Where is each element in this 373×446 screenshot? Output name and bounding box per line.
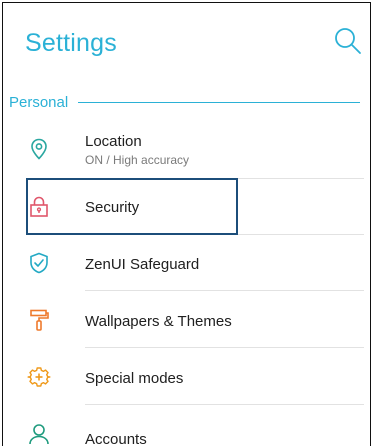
settings-item-zenui-safeguard[interactable]: ZenUI Safeguard bbox=[3, 235, 370, 291]
gear-plus-icon bbox=[27, 365, 51, 389]
search-button[interactable] bbox=[332, 25, 364, 57]
paint-roller-icon bbox=[27, 308, 51, 332]
item-label: Accounts bbox=[85, 431, 147, 446]
item-label: Location bbox=[85, 133, 142, 150]
settings-item-accounts[interactable]: Accounts bbox=[3, 406, 370, 446]
section-header-personal: Personal bbox=[9, 91, 360, 113]
item-label: Special modes bbox=[85, 370, 184, 387]
focus-highlight bbox=[26, 178, 238, 235]
settings-item-wallpapers-themes[interactable]: Wallpapers & Themes bbox=[3, 292, 370, 348]
item-label: Wallpapers & Themes bbox=[85, 313, 232, 330]
item-label: ZenUI Safeguard bbox=[85, 256, 200, 273]
search-icon bbox=[335, 28, 361, 54]
settings-item-special-modes[interactable]: Special modes bbox=[3, 349, 370, 405]
app-bar: Settings bbox=[3, 3, 370, 87]
row-divider bbox=[85, 347, 364, 348]
item-sublabel: ON / High accuracy bbox=[85, 153, 190, 167]
page-title: Settings bbox=[25, 29, 117, 57]
person-icon bbox=[27, 422, 51, 446]
row-divider bbox=[85, 404, 364, 405]
section-label: Personal bbox=[9, 93, 69, 111]
row-divider bbox=[85, 290, 364, 291]
settings-screen: Settings Personal Location ON / High acc… bbox=[2, 2, 371, 446]
location-pin-icon bbox=[27, 137, 51, 161]
settings-item-location[interactable]: Location ON / High accuracy bbox=[3, 123, 370, 179]
section-divider bbox=[78, 101, 360, 103]
shield-check-icon bbox=[27, 251, 51, 275]
